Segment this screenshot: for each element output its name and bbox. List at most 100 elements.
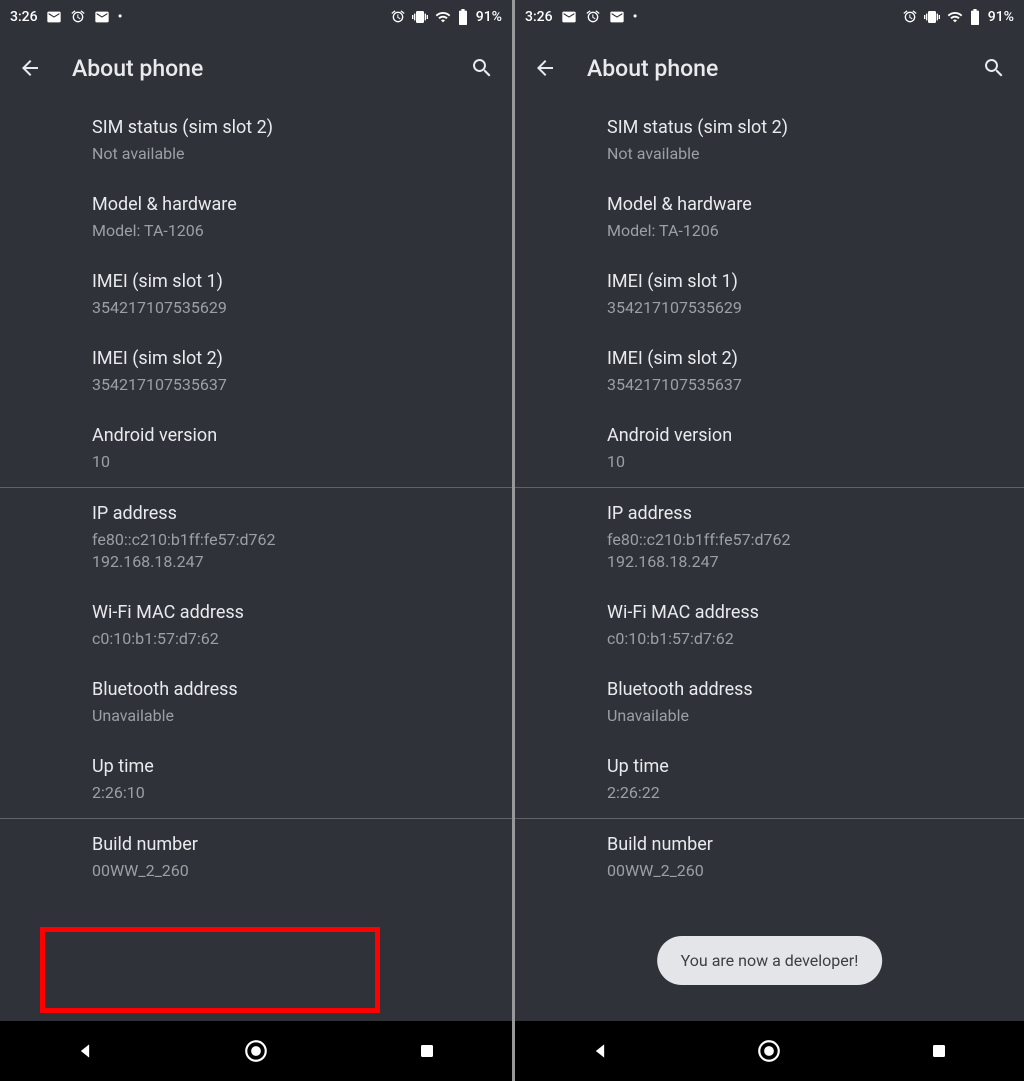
back-button[interactable] [18, 56, 42, 80]
item-value: Model: TA-1206 [92, 220, 512, 242]
item-label: IMEI (sim slot 2) [607, 347, 1024, 371]
item-model-hardware[interactable]: Model & hardware Model: TA-1206 [515, 179, 1024, 256]
search-button[interactable] [470, 56, 494, 80]
page-title: About phone [587, 55, 952, 82]
status-time: 3:26 [525, 9, 553, 25]
battery-percent: 91% [476, 9, 502, 25]
item-up-time[interactable]: Up time 2:26:10 [0, 741, 512, 818]
item-value: c0:10:b1:57:d7:62 [92, 628, 512, 650]
more-notifications-icon: • [633, 9, 638, 25]
item-value: 10 [607, 451, 1024, 473]
item-value: Unavailable [607, 705, 1024, 727]
item-wifi-mac[interactable]: Wi-Fi MAC address c0:10:b1:57:d7:62 [515, 587, 1024, 664]
back-button[interactable] [533, 56, 557, 80]
item-label: Build number [92, 833, 512, 857]
nav-back-button[interactable] [45, 1041, 125, 1061]
circle-home-icon [756, 1038, 782, 1064]
item-sim-status-2[interactable]: SIM status (sim slot 2) Not available [0, 102, 512, 179]
status-time: 3:26 [10, 9, 38, 25]
settings-list[interactable]: SIM status (sim slot 2) Not available Mo… [0, 102, 512, 1021]
item-build-number[interactable]: Build number 00WW_2_260 [0, 819, 512, 896]
item-value: 354217107535629 [607, 297, 1024, 319]
item-value: Not available [92, 143, 512, 165]
alarm-icon [902, 9, 918, 25]
item-android-version[interactable]: Android version 10 [0, 410, 512, 487]
item-label: Model & hardware [607, 193, 1024, 217]
item-imei-2[interactable]: IMEI (sim slot 2) 354217107535637 [0, 333, 512, 410]
navigation-bar [515, 1021, 1024, 1081]
app-bar: About phone [0, 34, 512, 102]
status-bar: 3:26 • 91% [515, 0, 1024, 34]
nav-back-button[interactable] [560, 1041, 640, 1061]
item-label: IP address [607, 502, 1024, 526]
nav-home-button[interactable] [216, 1038, 296, 1064]
item-label: Android version [92, 424, 512, 448]
item-value: 354217107535629 [92, 297, 512, 319]
item-up-time[interactable]: Up time 2:26:22 [515, 741, 1024, 818]
gmail-icon [94, 9, 110, 25]
navigation-bar [0, 1021, 512, 1081]
item-model-hardware[interactable]: Model & hardware Model: TA-1206 [0, 179, 512, 256]
item-value: 00WW_2_260 [92, 860, 512, 882]
item-android-version[interactable]: Android version 10 [515, 410, 1024, 487]
item-value: 2:26:22 [607, 782, 1024, 804]
battery-percent: 91% [988, 9, 1014, 25]
triangle-back-icon [590, 1041, 610, 1061]
item-bluetooth-address[interactable]: Bluetooth address Unavailable [515, 664, 1024, 741]
item-label: Bluetooth address [92, 678, 512, 702]
item-value: 10 [92, 451, 512, 473]
search-icon [982, 56, 1006, 80]
item-label: SIM status (sim slot 2) [92, 116, 512, 140]
phone-left: 3:26 • 91% About phone [0, 0, 512, 1081]
battery-icon [970, 9, 980, 25]
triangle-back-icon [75, 1041, 95, 1061]
item-build-number[interactable]: Build number 00WW_2_260 [515, 819, 1024, 896]
item-wifi-mac[interactable]: Wi-Fi MAC address c0:10:b1:57:d7:62 [0, 587, 512, 664]
nav-recents-button[interactable] [899, 1042, 979, 1060]
item-value: Model: TA-1206 [607, 220, 1024, 242]
vibrate-icon [924, 9, 940, 25]
item-imei-1[interactable]: IMEI (sim slot 1) 354217107535629 [0, 256, 512, 333]
wifi-icon [434, 9, 452, 25]
toast-message: You are now a developer! [657, 936, 883, 985]
more-notifications-icon: • [118, 9, 123, 25]
app-bar: About phone [515, 34, 1024, 102]
search-icon [470, 56, 494, 80]
item-sim-status-2[interactable]: SIM status (sim slot 2) Not available [515, 102, 1024, 179]
item-ip-address[interactable]: IP address fe80::c210:b1ff:fe57:d762 192… [515, 488, 1024, 587]
item-value: 00WW_2_260 [607, 860, 1024, 882]
nav-recents-button[interactable] [387, 1042, 467, 1060]
gmail-icon [46, 9, 62, 25]
wifi-icon [946, 9, 964, 25]
page-title: About phone [72, 55, 440, 82]
search-button[interactable] [982, 56, 1006, 80]
item-label: Model & hardware [92, 193, 512, 217]
item-value: 354217107535637 [92, 374, 512, 396]
nav-home-button[interactable] [729, 1038, 809, 1064]
item-imei-2[interactable]: IMEI (sim slot 2) 354217107535637 [515, 333, 1024, 410]
arrow-back-icon [18, 56, 42, 80]
item-label: IP address [92, 502, 512, 526]
item-label: Up time [92, 755, 512, 779]
item-label: Wi-Fi MAC address [92, 601, 512, 625]
phone-right: 3:26 • 91% About phone [512, 0, 1024, 1081]
item-label: Up time [607, 755, 1024, 779]
item-label: Build number [607, 833, 1024, 857]
item-value-line2: 192.168.18.247 [92, 551, 512, 573]
circle-home-icon [243, 1038, 269, 1064]
item-value: c0:10:b1:57:d7:62 [607, 628, 1024, 650]
item-value: Unavailable [92, 705, 512, 727]
item-value: Not available [607, 143, 1024, 165]
item-label: Wi-Fi MAC address [607, 601, 1024, 625]
item-label: IMEI (sim slot 2) [92, 347, 512, 371]
gmail-icon [561, 9, 577, 25]
item-value-line1: fe80::c210:b1ff:fe57:d762 [92, 529, 512, 551]
item-label: Bluetooth address [607, 678, 1024, 702]
settings-list[interactable]: SIM status (sim slot 2) Not available Mo… [515, 102, 1024, 1021]
item-value: 2:26:10 [92, 782, 512, 804]
item-ip-address[interactable]: IP address fe80::c210:b1ff:fe57:d762 192… [0, 488, 512, 587]
item-label: IMEI (sim slot 1) [607, 270, 1024, 294]
item-bluetooth-address[interactable]: Bluetooth address Unavailable [0, 664, 512, 741]
gmail-icon [609, 9, 625, 25]
item-imei-1[interactable]: IMEI (sim slot 1) 354217107535629 [515, 256, 1024, 333]
